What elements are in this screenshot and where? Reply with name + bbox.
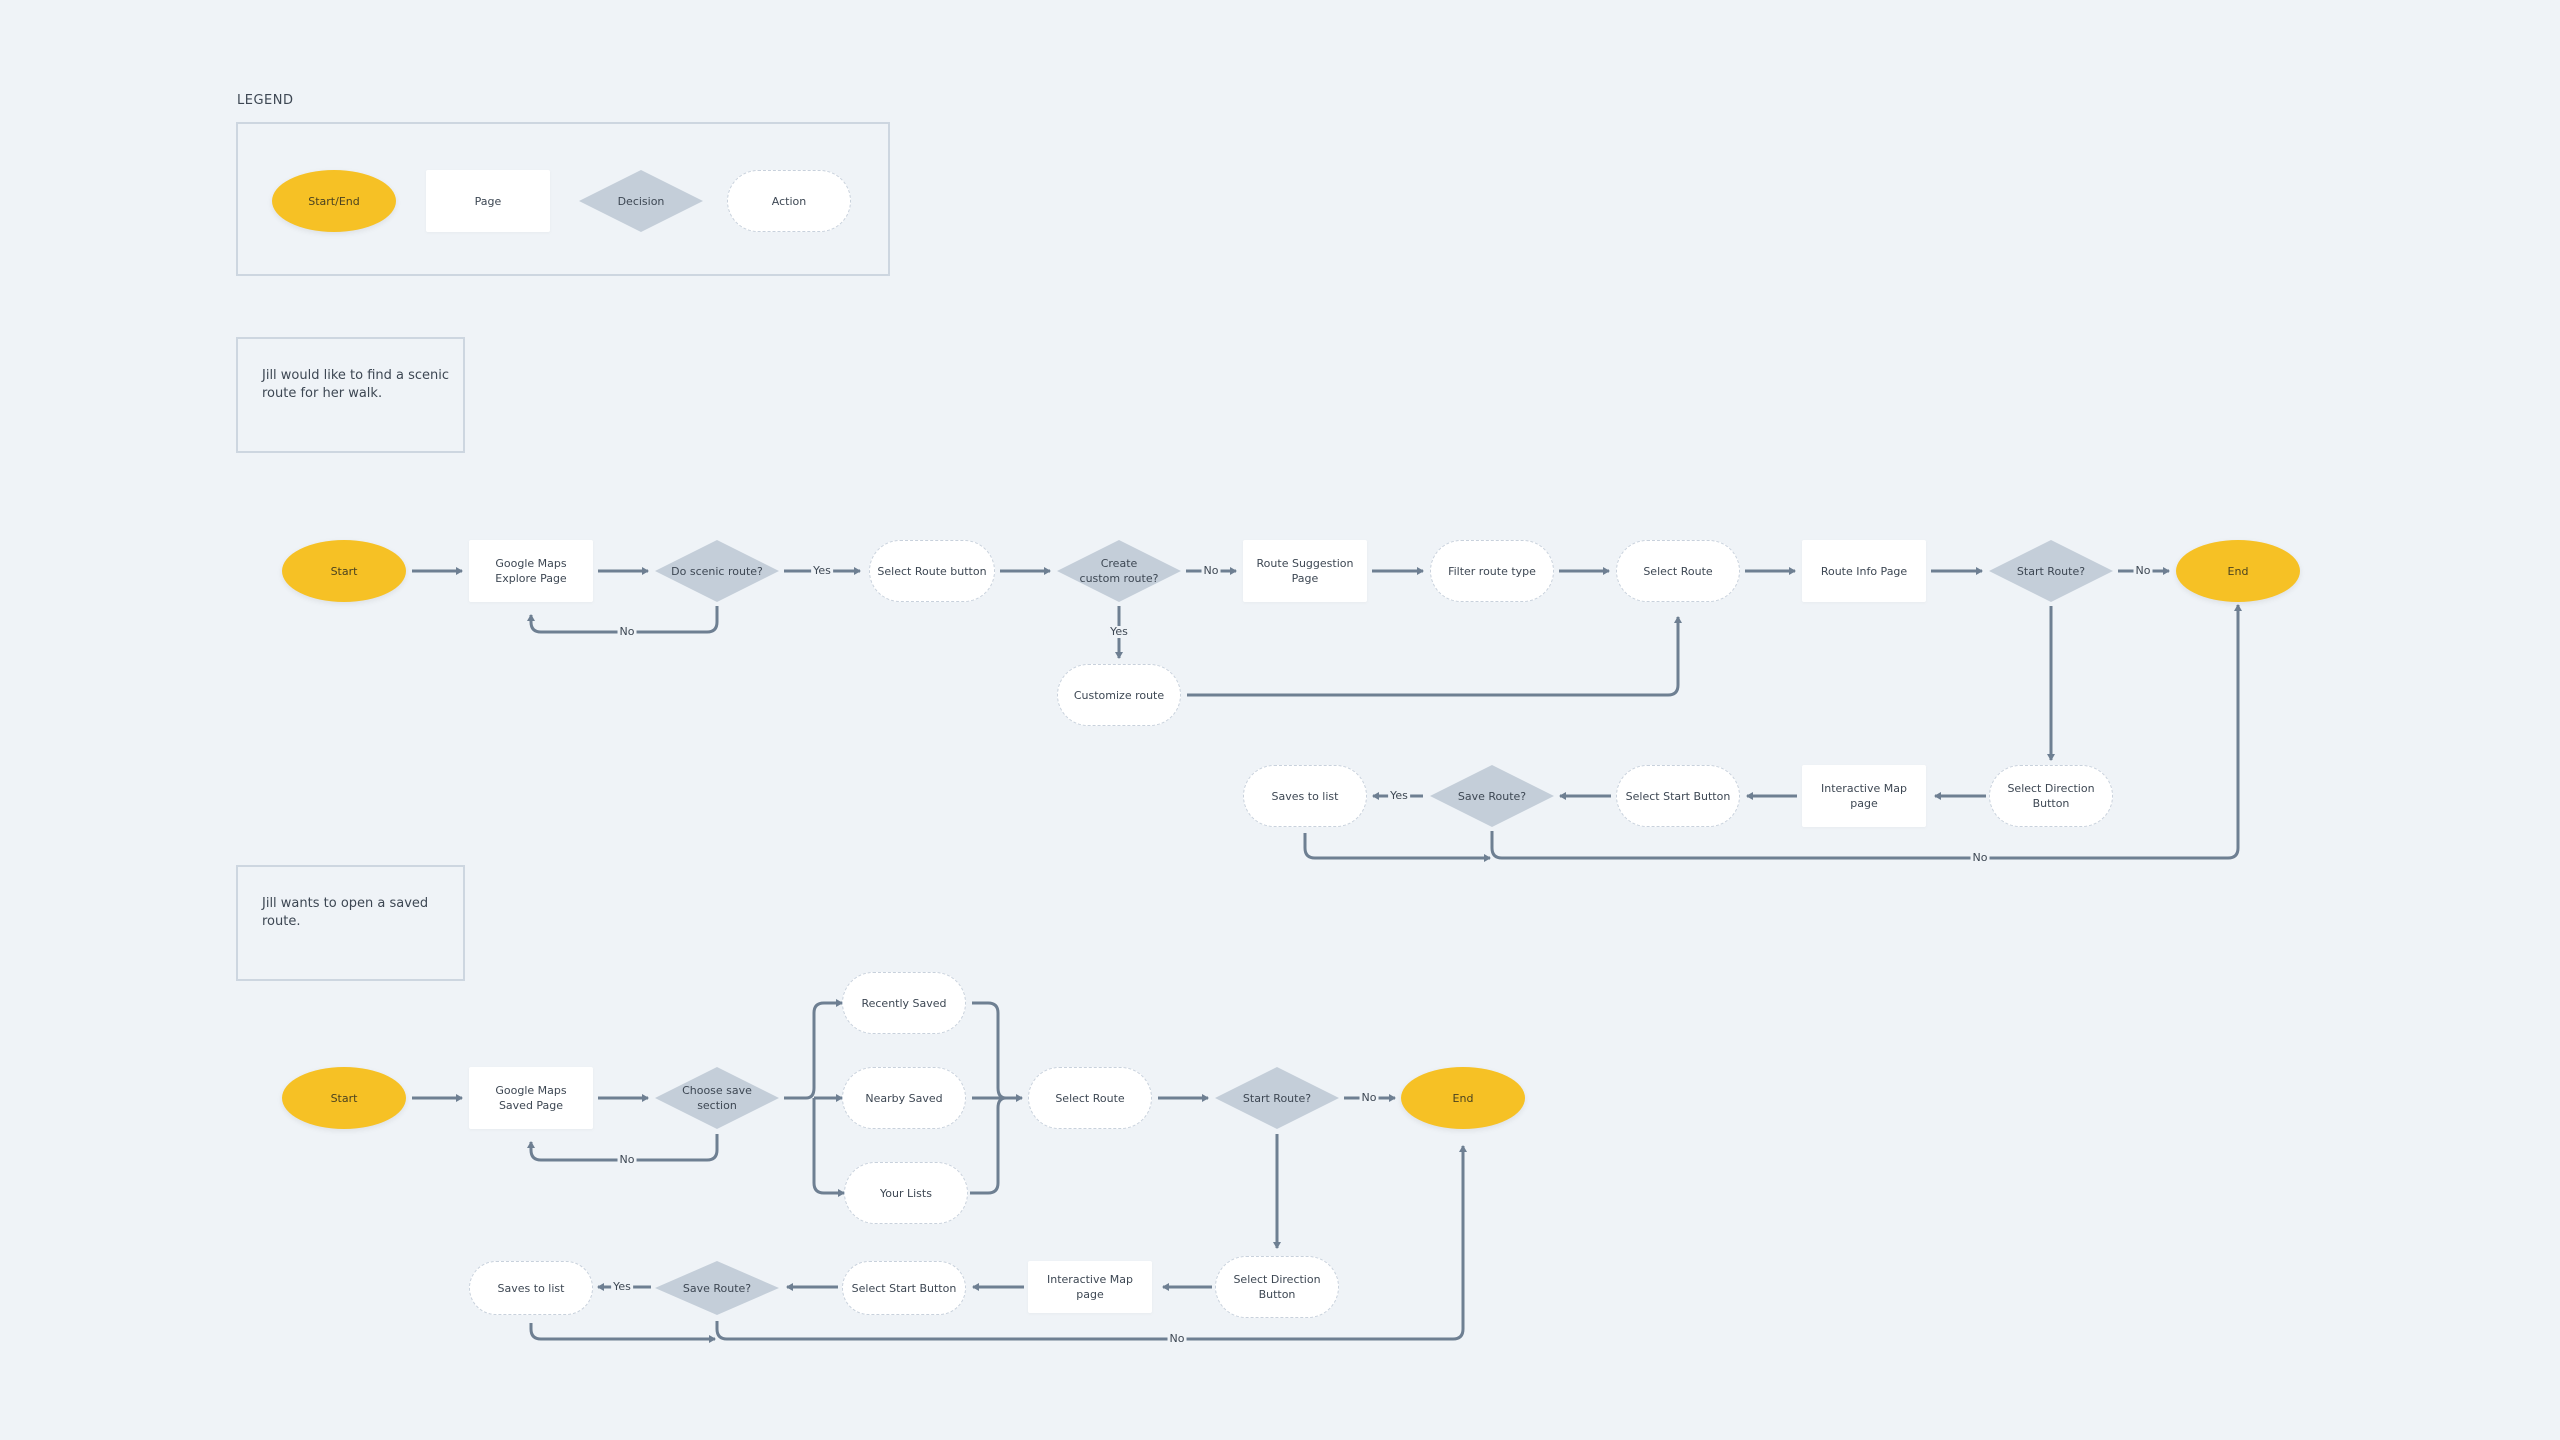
s2-select-route[interactable]: Select Route [1028,1067,1152,1129]
s2-nearby-saved[interactable]: Nearby Saved [842,1067,966,1129]
edge-customize-select [1187,616,1682,697]
edge2-lists-merge [970,1096,1007,1195]
edge2-saves-merge [529,1323,716,1343]
label-scenic-yes: Yes [811,564,833,577]
s2-end[interactable]: End [1401,1067,1525,1129]
s1-start-route-decision[interactable]: Start Route? [1989,540,2113,602]
label2-save-no: No [1167,1332,1187,1345]
label-custom-yes: Yes [1108,625,1130,638]
s1-filter-route-type[interactable]: Filter route type [1430,540,1554,602]
s1-select-route[interactable]: Select Route [1616,540,1740,602]
label2-choose-no: No [617,1153,637,1166]
edge2-recent-merge [972,1001,1022,1100]
s1-explore-page[interactable]: Google Maps Explore Page [469,540,593,602]
label-startroute-no: No [2133,564,2153,577]
label2-startroute-no: No [1359,1091,1379,1104]
s1-route-suggestion-page[interactable]: Route Suggestion Page [1243,540,1367,602]
label-custom-no: No [1201,564,1221,577]
s1-start[interactable]: Start [282,540,406,602]
s1-do-scenic-decision[interactable]: Do scenic route? [655,540,779,602]
s1-save-route-decision[interactable]: Save Route? [1430,765,1554,827]
edge2-branch-lists [812,1098,845,1197]
s1-route-info-page[interactable]: Route Info Page [1802,540,1926,602]
label-scenic-no: No [617,625,637,638]
s1-end[interactable]: End [2176,540,2300,602]
s2-start[interactable]: Start [282,1067,406,1129]
s2-interactive-map-page[interactable]: Interactive Map page [1028,1261,1152,1313]
edge-saves-merge [1303,833,1491,862]
label2-save-yes: Yes [611,1280,633,1293]
s1-interactive-map-page[interactable]: Interactive Map page [1802,765,1926,827]
s2-choose-section-decision[interactable]: Choose save section [655,1067,779,1129]
s2-select-start-button[interactable]: Select Start Button [842,1261,966,1315]
label-save-yes: Yes [1388,789,1410,802]
s2-saved-page[interactable]: Google Maps Saved Page [469,1067,593,1129]
s1-saves-to-list[interactable]: Saves to list [1243,765,1367,827]
connectors [412,567,2242,1343]
s1-select-start-button[interactable]: Select Start Button [1616,765,1740,827]
label-save-no: No [1970,851,1990,864]
edge2-branch-recent [784,999,843,1100]
s2-saves-to-list[interactable]: Saves to list [469,1261,593,1315]
s2-your-lists[interactable]: Your Lists [844,1162,968,1224]
s2-save-route-decision[interactable]: Save Route? [655,1261,779,1315]
s1-customize-route[interactable]: Customize route [1057,664,1181,726]
s2-select-direction-button[interactable]: Select Direction Button [1215,1256,1339,1318]
s2-start-route-decision[interactable]: Start Route? [1215,1067,1339,1129]
s2-recently-saved[interactable]: Recently Saved [842,972,966,1034]
s1-select-direction-button[interactable]: Select Direction Button [1989,765,2113,827]
s1-create-custom-decision[interactable]: Create custom route? [1057,540,1181,602]
s1-select-route-button[interactable]: Select Route button [869,540,995,602]
